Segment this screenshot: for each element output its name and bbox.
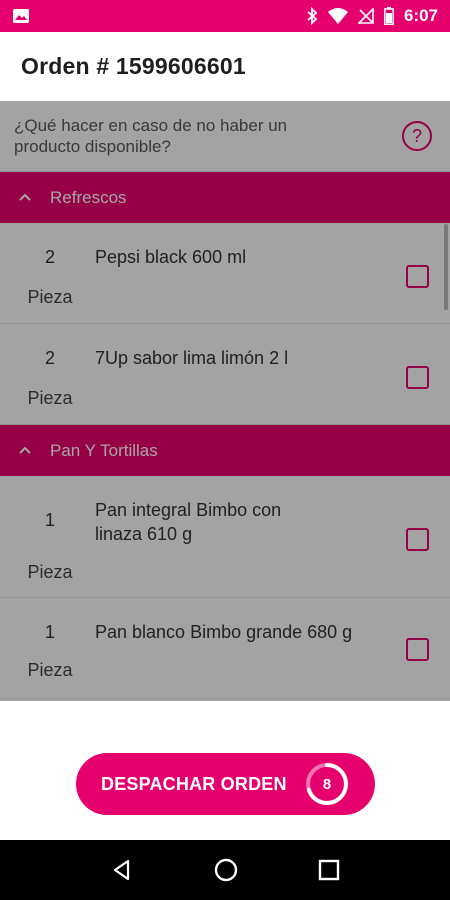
status-bar: 6:07 xyxy=(0,0,450,32)
item-name: Pan integral Bimbo con linaza 610 g xyxy=(95,500,282,544)
progress-counter: 8 xyxy=(303,760,351,808)
item-unit: Pieza xyxy=(27,660,73,680)
clock: 6:07 xyxy=(403,6,438,25)
order-list[interactable]: ¿Qué hacer en caso de no haber un produc… xyxy=(0,101,450,701)
item-checkbox[interactable] xyxy=(406,528,429,551)
chevron-up-icon xyxy=(19,193,31,201)
chevron-up-icon xyxy=(19,446,31,454)
item-name: 7Up sabor lima limón 2 l xyxy=(95,348,289,368)
image-icon xyxy=(12,7,30,25)
item-checkbox[interactable] xyxy=(406,265,429,288)
item-quantity: 1 xyxy=(44,510,55,530)
item-quantity: 2 xyxy=(44,247,55,267)
dispatch-order-button[interactable]: DESPACHAR ORDEN 8 xyxy=(76,753,375,815)
no-signal-icon xyxy=(357,8,374,24)
app-header: Orden # 1599606601 xyxy=(0,32,450,101)
list-item[interactable]: 1 Pieza Pan blanco Bimbo grande 680 g xyxy=(0,598,450,699)
back-icon[interactable] xyxy=(110,858,134,882)
category-header-pan-y-tortillas[interactable]: Pan Y Tortillas xyxy=(0,425,450,476)
item-name: Pepsi black 600 ml xyxy=(95,247,247,267)
missing-product-question[interactable]: ¿Qué hacer en caso de no haber un produc… xyxy=(0,101,450,172)
navigation-bar xyxy=(0,840,450,900)
help-icon[interactable]: ? xyxy=(402,121,432,151)
item-unit: Pieza xyxy=(27,388,73,408)
item-name: Pan blanco Bimbo grande 680 g xyxy=(95,622,353,642)
item-count: 8 xyxy=(322,775,332,793)
page-title: Orden # 1599606601 xyxy=(21,53,246,79)
home-icon[interactable] xyxy=(213,857,239,883)
item-quantity: 1 xyxy=(44,622,55,642)
footer: DESPACHAR ORDEN 8 xyxy=(0,701,450,840)
battery-icon xyxy=(384,7,394,25)
category-title: Pan Y Tortillas xyxy=(50,440,158,460)
question-text: ¿Qué hacer en caso de no haber un produc… xyxy=(14,116,288,156)
list-item[interactable]: 2 Pieza Pepsi black 600 ml xyxy=(0,223,450,324)
item-checkbox[interactable] xyxy=(406,638,429,661)
item-unit: Pieza xyxy=(27,562,73,582)
dispatch-label: DESPACHAR ORDEN xyxy=(101,773,287,794)
recents-icon[interactable] xyxy=(318,859,340,881)
category-title: Refrescos xyxy=(50,187,127,207)
bluetooth-icon xyxy=(306,7,318,25)
list-item[interactable]: 2 Pieza 7Up sabor lima limón 2 l xyxy=(0,324,450,425)
category-header-refrescos[interactable]: Refrescos xyxy=(0,172,450,223)
scrollbar[interactable] xyxy=(444,224,448,310)
item-quantity: 2 xyxy=(44,348,55,368)
list-item[interactable]: 1 Pieza Pan integral Bimbo con linaza 61… xyxy=(0,476,450,598)
item-unit: Pieza xyxy=(27,287,73,307)
wifi-icon xyxy=(327,8,348,24)
item-checkbox[interactable] xyxy=(406,366,429,389)
